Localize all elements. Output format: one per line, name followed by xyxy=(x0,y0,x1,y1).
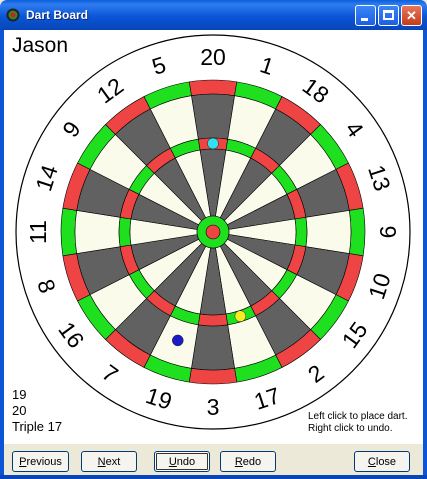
board-number: 20 xyxy=(200,44,226,70)
next-button-label: ext xyxy=(105,455,121,468)
bullseye xyxy=(205,224,221,240)
minimize-button[interactable] xyxy=(355,5,376,26)
next-button[interactable]: Next xyxy=(81,451,137,472)
undo-button-accesskey: U xyxy=(168,455,177,468)
board-number: 3 xyxy=(207,394,220,420)
previous-button[interactable]: Previous xyxy=(12,451,69,472)
throw-entry: 19 xyxy=(12,387,27,402)
board-number: 11 xyxy=(25,220,51,244)
undo-button-label: ndo xyxy=(176,455,196,468)
minimize-icon xyxy=(361,18,368,21)
close-button-accesskey: C xyxy=(367,455,376,468)
redo-button-accesskey: R xyxy=(234,455,243,468)
close-icon: ✕ xyxy=(406,8,417,23)
outer-single-segment xyxy=(191,93,235,140)
redo-button-label: edo xyxy=(242,455,262,468)
instruction-left-click: Left click to place dart. xyxy=(308,411,408,422)
dart-marker xyxy=(234,310,247,322)
window-title: Dart Board xyxy=(26,8,89,22)
dart-marker xyxy=(207,137,219,150)
throw-entry: 20 xyxy=(12,403,27,418)
double-ring-segment xyxy=(348,207,366,257)
double-ring-segment xyxy=(188,367,238,385)
double-ring-segment xyxy=(60,207,78,257)
title-bar[interactable]: Dart Board ✕ xyxy=(0,0,427,30)
maximize-button[interactable] xyxy=(378,5,399,26)
outer-single-segment xyxy=(74,210,121,254)
triple-ring-segment xyxy=(294,216,308,248)
player-name: Jason xyxy=(12,34,69,57)
instruction-right-click: Right click to undo. xyxy=(308,423,393,434)
triple-ring-segment xyxy=(197,313,229,327)
maximize-icon xyxy=(383,10,394,20)
close-button[interactable]: Close xyxy=(354,451,410,472)
double-ring-segment xyxy=(188,79,238,97)
board-canvas[interactable]: 20 1 18 4 13 6 10 15 2 17 3 19 7 16 8 11 14 9 12 5 Jason 19… xyxy=(4,30,423,444)
dartboard-app-icon xyxy=(6,8,20,22)
close-button-label: lose xyxy=(375,455,397,468)
throw-list: 19 20 Triple 17 xyxy=(12,387,62,435)
instructions: Left click to place dart. Right click to… xyxy=(308,411,408,435)
outer-single-segment xyxy=(305,210,352,254)
board-number: 6 xyxy=(375,226,401,239)
outer-single-segment xyxy=(191,324,235,371)
dart-marker xyxy=(172,334,184,347)
undo-button[interactable]: Undo xyxy=(154,451,210,472)
previous-button-label: revious xyxy=(26,455,62,468)
redo-button[interactable]: Redo xyxy=(220,451,276,472)
next-button-accesskey: N xyxy=(97,455,106,468)
button-bar: Previous Next Undo Redo Close xyxy=(4,444,423,475)
throw-entry: Triple 17 xyxy=(12,419,63,434)
window-border-bottom xyxy=(0,475,427,479)
triple-ring-segment xyxy=(118,216,132,248)
dartboard[interactable]: 20 11841361015217319716811149125 xyxy=(4,30,423,444)
window-border-right xyxy=(423,30,427,479)
dart-board-window: Dart Board ✕ 20 1 18 4 13 6 10 15 2 17 3 19 7 16 8 11 14… xyxy=(0,0,427,479)
close-window-button[interactable]: ✕ xyxy=(401,5,422,26)
